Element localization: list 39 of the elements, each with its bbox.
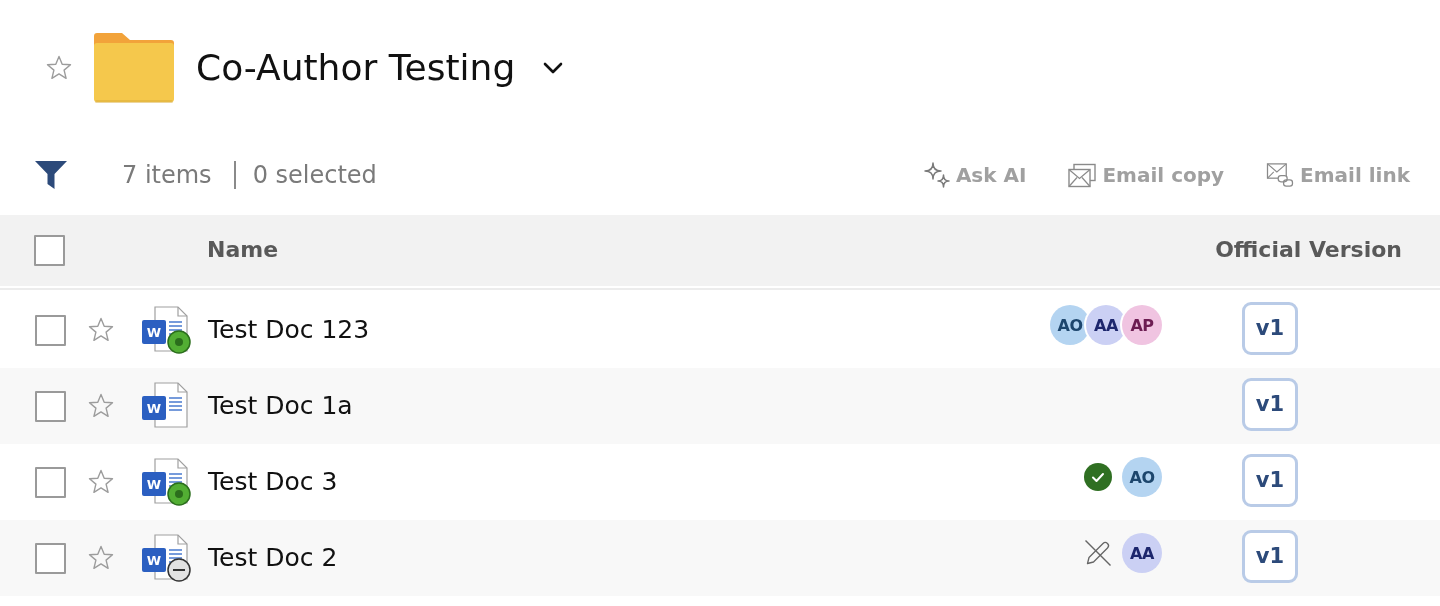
star-icon[interactable] (88, 393, 114, 419)
row-checkbox[interactable] (35, 390, 66, 422)
column-header[interactable]: Official Version (1215, 237, 1402, 264)
avatar: AA (1086, 305, 1126, 345)
star-icon[interactable] (88, 317, 114, 343)
file-type-label: W (142, 548, 166, 572)
filter-icon[interactable] (35, 161, 67, 189)
envelopes-icon (1068, 162, 1097, 188)
file-type-label: W (142, 396, 166, 420)
file-type-label: W (142, 320, 166, 344)
file-name[interactable]: Test Doc 123 (208, 315, 370, 345)
item-count: 7 items (122, 160, 212, 190)
star-icon[interactable] (46, 55, 72, 81)
sparkle-icon (923, 162, 950, 188)
avatar: AO (1122, 457, 1162, 497)
table-row[interactable]: W Test Doc 1a v1 (0, 368, 1440, 444)
table-row[interactable]: W Test Doc 2 AA v1 (0, 520, 1440, 596)
version-badge[interactable]: v1 (1242, 529, 1298, 583)
column-header[interactable]: Name (207, 237, 279, 264)
selected-count: 0 selected (252, 160, 377, 190)
file-type-label: W (142, 472, 166, 496)
select-all-checkbox[interactable] (34, 235, 65, 266)
row-checkbox[interactable] (35, 314, 66, 346)
avatar: AA (1122, 533, 1162, 573)
file-name[interactable]: Test Doc 1a (208, 391, 353, 421)
row-checkbox[interactable] (35, 542, 66, 574)
star-icon[interactable] (88, 545, 114, 571)
row-checkbox[interactable] (35, 466, 66, 498)
file-name[interactable]: Test Doc 2 (208, 543, 338, 573)
chevron-down-icon[interactable] (543, 62, 564, 74)
star-icon[interactable] (88, 469, 114, 495)
avatar: AP (1122, 305, 1162, 345)
file-name[interactable]: Test Doc 3 (208, 467, 338, 497)
version-badge[interactable]: v1 (1242, 377, 1298, 431)
version-badge[interactable]: v1 (1242, 453, 1298, 507)
folder-title: Co-Author Testing (196, 46, 516, 90)
folder-icon (94, 33, 174, 103)
envelope-link-icon (1266, 162, 1295, 188)
version-badge[interactable]: v1 (1242, 301, 1298, 355)
